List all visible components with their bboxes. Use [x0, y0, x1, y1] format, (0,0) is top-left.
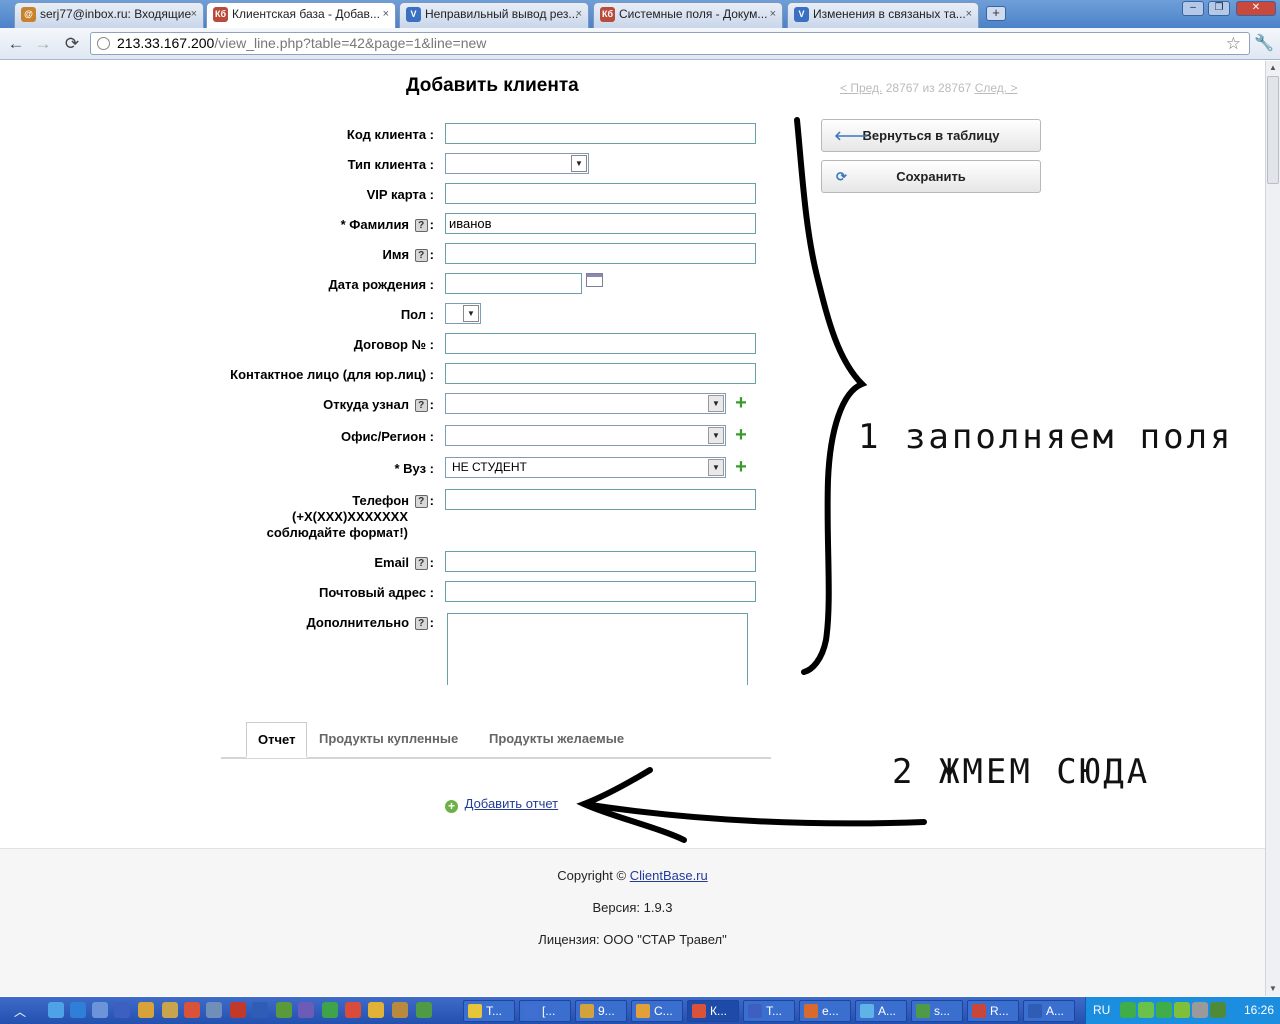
quicklaunch-ie-icon[interactable]	[48, 1002, 64, 1018]
task-label: А...	[1046, 1004, 1065, 1018]
task-label: Т...	[486, 1004, 503, 1018]
quicklaunch-save-icon[interactable]	[114, 1002, 130, 1018]
taskbar-item[interactable]: R...	[967, 1000, 1019, 1022]
screen: @ serj77@inbox.ru: Входящие × Кб Клиентс…	[0, 0, 1280, 1024]
taskbar-item[interactable]: А...	[1023, 1000, 1075, 1022]
tray-icon[interactable]	[1156, 1002, 1172, 1018]
language-indicator[interactable]: RU	[1093, 1003, 1110, 1017]
quicklaunch-chrome-icon[interactable]	[184, 1002, 200, 1018]
app-icon	[748, 1004, 762, 1018]
taskbar-item-active[interactable]: К...	[687, 1000, 739, 1022]
quicklaunch-icon[interactable]	[276, 1002, 292, 1018]
app-icon	[916, 1004, 930, 1018]
chrome-icon	[692, 1004, 706, 1018]
app-icon	[524, 1004, 538, 1018]
quicklaunch-icon[interactable]	[252, 1002, 268, 1018]
quicklaunch-icon[interactable]	[368, 1002, 384, 1018]
app-icon	[972, 1004, 986, 1018]
show-desktop-toggle[interactable]: ︿	[14, 1003, 26, 1020]
quicklaunch-opera-icon[interactable]	[230, 1002, 246, 1018]
quicklaunch-icon[interactable]	[162, 1002, 178, 1018]
tray-icon[interactable]	[1174, 1002, 1190, 1018]
system-tray: RU 16:26	[1085, 997, 1280, 1024]
app-icon	[636, 1004, 650, 1018]
quicklaunch-icon[interactable]	[416, 1002, 432, 1018]
taskbar: ︿ Т... [... 9... С... К... Т... е... А..…	[0, 997, 1280, 1024]
taskbar-item[interactable]: е...	[799, 1000, 851, 1022]
clock[interactable]: 16:26	[1244, 1003, 1274, 1017]
quicklaunch-icon[interactable]	[345, 1002, 361, 1018]
annotation-layer	[576, 117, 927, 843]
quicklaunch-icon[interactable]	[92, 1002, 108, 1018]
annotation-step2: 2 ЖМЕМ СЮДА	[892, 752, 1151, 792]
quicklaunch-icon[interactable]	[298, 1002, 314, 1018]
annotation-step1: 1 заполняем поля	[858, 417, 1234, 457]
app-icon	[1028, 1004, 1042, 1018]
app-icon	[804, 1004, 818, 1018]
tray-icon[interactable]	[1210, 1002, 1226, 1018]
task-label: [...	[542, 1004, 556, 1018]
tray-icon[interactable]	[1120, 1002, 1136, 1018]
quicklaunch-icon[interactable]	[206, 1002, 222, 1018]
taskbar-item[interactable]: Т...	[463, 1000, 515, 1022]
task-label: е...	[822, 1004, 839, 1018]
app-icon	[860, 1004, 874, 1018]
tray-icon[interactable]	[1138, 1002, 1154, 1018]
taskbar-item[interactable]: [...	[519, 1000, 571, 1022]
task-label: 9...	[598, 1004, 615, 1018]
task-label: С...	[654, 1004, 673, 1018]
task-label: s...	[934, 1004, 951, 1018]
taskbar-item[interactable]: Т...	[743, 1000, 795, 1022]
quicklaunch-icon[interactable]	[138, 1002, 154, 1018]
curly-brace-stroke	[794, 117, 868, 675]
task-label: Т...	[766, 1004, 783, 1018]
task-label: А...	[878, 1004, 897, 1018]
app-icon	[468, 1004, 482, 1018]
taskbar-item[interactable]: С...	[631, 1000, 683, 1022]
taskbar-item[interactable]: s...	[911, 1000, 963, 1022]
task-label: R...	[990, 1004, 1009, 1018]
quicklaunch-icon[interactable]	[392, 1002, 408, 1018]
app-icon	[580, 1004, 594, 1018]
quicklaunch-utorrent-icon[interactable]	[322, 1002, 338, 1018]
taskbar-item[interactable]: 9...	[575, 1000, 627, 1022]
tray-icon[interactable]	[1192, 1002, 1208, 1018]
taskbar-item[interactable]: А...	[855, 1000, 907, 1022]
quicklaunch-icon[interactable]	[70, 1002, 86, 1018]
task-label: К...	[710, 1004, 727, 1018]
